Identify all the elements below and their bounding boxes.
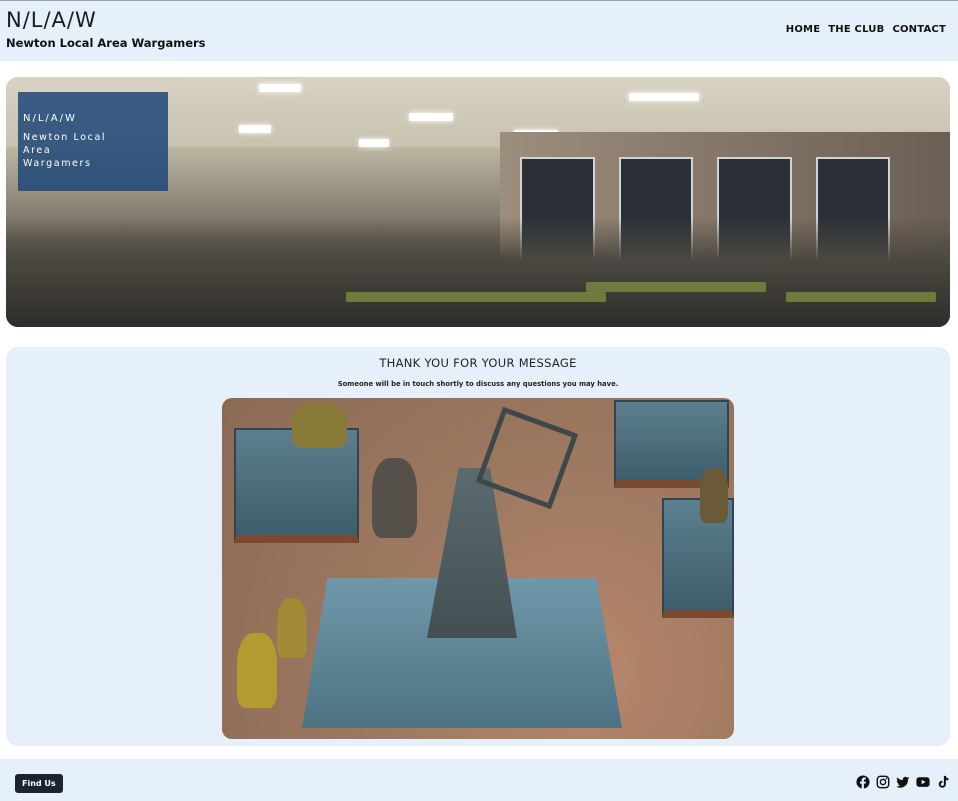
game-table [786, 292, 936, 302]
site-logo-text[interactable]: N/L/A/W [6, 8, 97, 32]
instagram-icon[interactable] [876, 775, 890, 789]
game-table [346, 292, 606, 302]
miniature-figure [372, 458, 417, 538]
ceiling-light [239, 125, 271, 133]
ceiling-light [629, 93, 699, 101]
thank-you-text: Someone will be in touch shortly to disc… [337, 380, 619, 388]
miniature-figure [700, 468, 728, 523]
twitter-icon[interactable] [896, 775, 910, 789]
site-footer: Find Us [0, 759, 958, 801]
miniature-figure [292, 403, 347, 448]
thank-you-panel: THANK YOU FOR YOUR MESSAGE Someone will … [6, 347, 950, 746]
social-links [856, 775, 950, 789]
hero-banner-image: N/L/A/W Newton Local Area Wargamers [6, 77, 950, 327]
tiktok-icon[interactable] [936, 775, 950, 789]
nav-contact-link[interactable]: CONTACT [892, 24, 946, 35]
ceiling-light [259, 84, 301, 92]
hero-overlay-name: Newton Local Area Wargamers [23, 132, 107, 169]
youtube-icon[interactable] [916, 775, 930, 789]
nav-home-link[interactable]: HOME [786, 24, 820, 35]
ceiling-light [409, 113, 453, 121]
hero-overlay-box: N/L/A/W Newton Local Area Wargamers [18, 92, 168, 191]
site-name: Newton Local Area Wargamers [6, 36, 206, 50]
main-nav: HOME THE CLUB CONTACT [786, 24, 946, 35]
hero-crowd [6, 217, 950, 327]
miniature-figure [237, 633, 277, 708]
site-header: N/L/A/W Newton Local Area Wargamers HOME… [0, 1, 958, 61]
hero-overlay-mark: N/L/A/W [23, 113, 77, 124]
find-us-button[interactable]: Find Us [15, 774, 63, 793]
facebook-icon[interactable] [856, 775, 870, 789]
game-table [586, 282, 766, 292]
thank-you-heading: THANK YOU FOR YOUR MESSAGE [379, 356, 577, 370]
nav-the-club-link[interactable]: THE CLUB [828, 24, 884, 35]
terrain-tower [427, 468, 517, 638]
ceiling-light [359, 139, 389, 147]
miniature-figure [277, 598, 307, 658]
wargame-terrain-photo [222, 398, 734, 739]
